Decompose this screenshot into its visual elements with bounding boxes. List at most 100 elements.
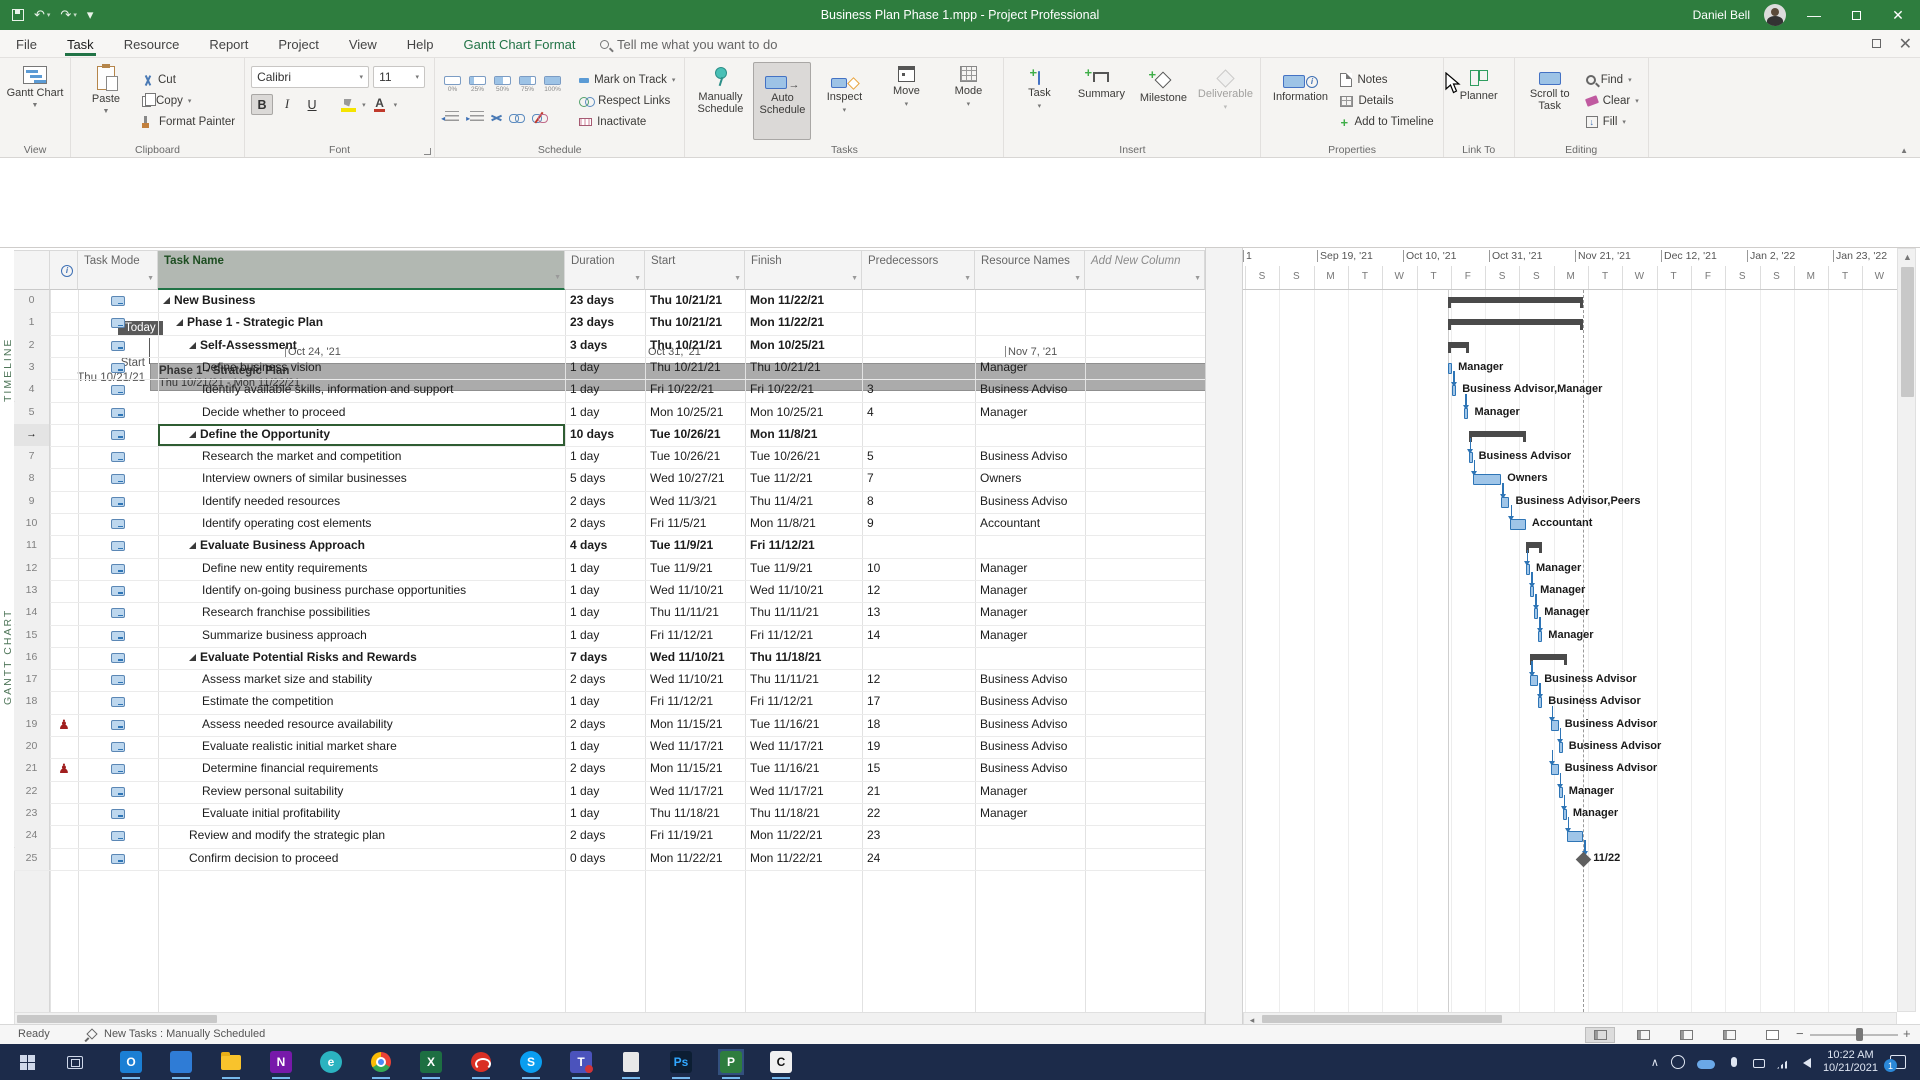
gantt-task-bar[interactable] — [1473, 474, 1502, 485]
duration-cell[interactable]: 4 days — [565, 535, 645, 557]
row-number-cell[interactable]: 3 — [14, 357, 50, 379]
expand-collapse-icon[interactable] — [163, 297, 170, 304]
task-name-cell[interactable]: Evaluate Potential Risks and Rewards — [158, 647, 565, 669]
gantt-task-bar[interactable] — [1530, 586, 1534, 597]
start-button[interactable] — [14, 1049, 40, 1075]
task-mode-cell[interactable] — [78, 781, 158, 803]
task-mode-cell[interactable] — [78, 446, 158, 468]
redo-dropdown-icon[interactable]: ▾ — [73, 11, 77, 19]
task-name-cell[interactable]: Assess needed resource availability — [158, 714, 565, 736]
finish-cell[interactable]: Mon 11/22/21 — [745, 290, 862, 312]
row-number-cell[interactable]: 19 — [14, 714, 50, 736]
column-header-start[interactable]: Start▼ — [645, 250, 745, 290]
predecessors-cell[interactable]: 18 — [862, 714, 975, 736]
row-number-cell[interactable]: 8 — [14, 468, 50, 490]
start-cell[interactable]: Wed 11/17/21 — [645, 781, 745, 803]
taskbar-clock[interactable]: 10:22 AM10/21/2021 — [1823, 1049, 1878, 1075]
clear-button[interactable]: Clear▾ — [1583, 91, 1642, 112]
task-mode-cell[interactable] — [78, 312, 158, 334]
scroll-up-icon[interactable]: ▲ — [1898, 252, 1917, 262]
start-cell[interactable]: Thu 10/21/21 — [645, 335, 745, 357]
resource-cell[interactable] — [975, 535, 1085, 557]
start-cell[interactable]: Wed 11/10/21 — [645, 647, 745, 669]
task-mode-cell[interactable] — [78, 357, 158, 379]
start-cell[interactable]: Mon 10/25/21 — [645, 402, 745, 424]
row-number-cell[interactable]: 24 — [14, 825, 50, 847]
gantt-task-bar[interactable] — [1448, 363, 1452, 374]
row-number-cell[interactable]: 4 — [14, 379, 50, 401]
start-cell[interactable]: Wed 11/17/21 — [645, 736, 745, 758]
gantt-vertical-scrollbar[interactable]: ▲ — [1897, 248, 1916, 1012]
header-dropdown-icon[interactable]: ▼ — [634, 272, 641, 285]
row-number-cell[interactable]: 20 — [14, 736, 50, 758]
task-name-cell[interactable]: Research franchise possibilities — [158, 602, 565, 624]
duration-cell[interactable]: 2 days — [565, 758, 645, 780]
finish-cell[interactable]: Mon 11/22/21 — [745, 312, 862, 334]
finish-cell[interactable]: Fri 10/22/21 — [745, 379, 862, 401]
predecessors-cell[interactable]: 5 — [862, 446, 975, 468]
finish-cell[interactable]: Thu 11/4/21 — [745, 491, 862, 513]
clock-tray-icon[interactable] — [1671, 1055, 1685, 1069]
timeline-pane[interactable]: TIMELINE Today StartThu 10/21/21 Oct 24,… — [0, 158, 1920, 248]
taskbar-photoshop-icon[interactable]: Ps — [668, 1049, 694, 1075]
tray-expand-icon[interactable]: ∧ — [1651, 1056, 1659, 1069]
split-task-icon[interactable] — [491, 112, 502, 123]
start-cell[interactable]: Tue 10/26/21 — [645, 424, 745, 446]
header-dropdown-icon[interactable]: ▼ — [1074, 272, 1081, 285]
row-number-cell[interactable]: → — [14, 424, 50, 446]
onedrive-icon[interactable] — [1697, 1060, 1715, 1069]
task-mode-cell[interactable] — [78, 379, 158, 401]
user-name[interactable]: Daniel Bell — [1693, 8, 1750, 22]
task-name-cell[interactable]: Evaluate Business Approach — [158, 535, 565, 557]
predecessors-cell[interactable] — [862, 335, 975, 357]
duration-cell[interactable]: 1 day — [565, 580, 645, 602]
vertical-scroll-thumb[interactable] — [1901, 267, 1914, 397]
task-name-cell[interactable]: Define the Opportunity — [158, 424, 565, 446]
gantt-task-bar[interactable] — [1563, 809, 1567, 820]
taskbar-sticky-notes-icon[interactable] — [618, 1049, 644, 1075]
taskbar-outlook-icon[interactable]: O — [118, 1049, 144, 1075]
gantt-task-bar[interactable] — [1538, 697, 1542, 708]
resource-cell[interactable]: Manager — [975, 602, 1085, 624]
gantt-task-bar[interactable] — [1534, 608, 1538, 619]
finish-cell[interactable]: Tue 11/16/21 — [745, 758, 862, 780]
header-dropdown-icon[interactable]: ▼ — [1194, 272, 1201, 285]
outdent-button[interactable]: ◂ — [441, 108, 459, 126]
task-mode-cell[interactable] — [78, 803, 158, 825]
resource-cell[interactable] — [975, 335, 1085, 357]
taskbar-file-explorer-icon[interactable] — [218, 1049, 244, 1075]
task-name-cell[interactable]: Summarize business approach — [158, 625, 565, 647]
row-number-cell[interactable]: 11 — [14, 535, 50, 557]
tell-me-search[interactable]: Tell me what you want to do — [600, 30, 777, 58]
font-color-button[interactable]: A — [369, 94, 391, 115]
duration-cell[interactable]: 1 day — [565, 625, 645, 647]
taskbar-mail-tile-icon[interactable] — [168, 1049, 194, 1075]
row-number-cell[interactable]: 7 — [14, 446, 50, 468]
task-name-cell[interactable]: New Business — [158, 290, 565, 312]
task-mode-cell[interactable] — [78, 736, 158, 758]
finish-cell[interactable]: Mon 11/8/21 — [745, 424, 862, 446]
gantt-summary-bar[interactable] — [1526, 542, 1542, 548]
task-name-cell[interactable]: Determine financial requirements — [158, 758, 565, 780]
taskbar-excel-icon[interactable]: X — [418, 1049, 444, 1075]
taskbar-project-icon[interactable]: P — [718, 1049, 744, 1075]
resource-cell[interactable]: Business Adviso — [975, 736, 1085, 758]
resource-cell[interactable]: Manager — [975, 558, 1085, 580]
start-cell[interactable]: Wed 10/27/21 — [645, 468, 745, 490]
format-painter-button[interactable]: Format Painter — [139, 112, 238, 133]
finish-cell[interactable]: Mon 11/22/21 — [745, 825, 862, 847]
row-number-cell[interactable]: 22 — [14, 781, 50, 803]
task-name-cell[interactable]: Identify available skills, information a… — [158, 379, 565, 401]
row-number-cell[interactable]: 17 — [14, 669, 50, 691]
duration-cell[interactable]: 7 days — [565, 647, 645, 669]
finish-cell[interactable]: Mon 11/8/21 — [745, 513, 862, 535]
mark-on-track-button[interactable]: Mark on Track▾ — [576, 70, 678, 91]
task-mode-cell[interactable] — [78, 491, 158, 513]
start-cell[interactable]: Fri 10/22/21 — [645, 379, 745, 401]
predecessors-cell[interactable] — [862, 312, 975, 334]
view-gantt-button[interactable] — [1585, 1027, 1615, 1043]
gantt-task-bar[interactable] — [1530, 675, 1538, 686]
predecessors-cell[interactable]: 7 — [862, 468, 975, 490]
finish-cell[interactable]: Mon 10/25/21 — [745, 402, 862, 424]
percent-25-button[interactable]: 25% — [466, 76, 489, 102]
